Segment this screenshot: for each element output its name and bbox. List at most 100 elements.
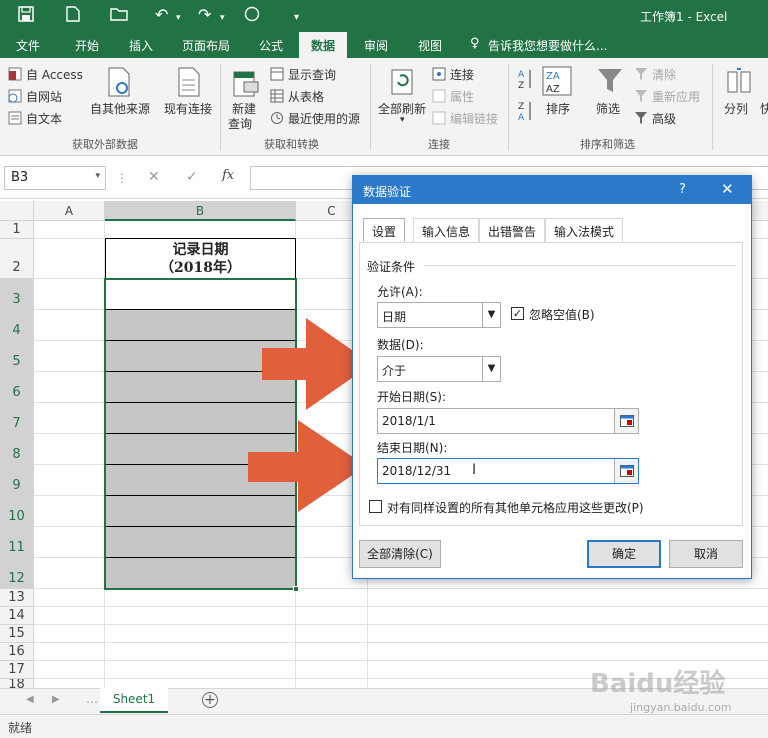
tell-me-search[interactable]: 告诉我您想要做什么... — [488, 37, 607, 54]
confirm-entry-icon[interactable]: ✓ — [186, 169, 198, 185]
connections-button[interactable]: 连接 — [450, 66, 474, 83]
customize-qat-icon[interactable]: ▾ — [294, 9, 299, 27]
clear-all-button[interactable]: 全部清除(C) — [359, 540, 441, 568]
sort-az-icon[interactable]: AZ — [518, 68, 534, 93]
tab-input-message[interactable]: 输入信息 — [413, 218, 480, 242]
allow-label: 允许(A): — [377, 285, 423, 299]
filter-button[interactable]: 筛选 — [596, 100, 620, 117]
collapse-dialog-icon[interactable] — [614, 459, 638, 483]
chevron-down-icon[interactable]: ▼ — [482, 303, 500, 327]
cell-b2[interactable]: 记录日期 （2018年） — [105, 238, 296, 279]
apply-all-checkbox[interactable] — [369, 500, 382, 513]
name-box[interactable]: B3 ▾ — [4, 166, 106, 190]
reapply-button[interactable]: 重新应用 — [652, 88, 700, 105]
edit-links-button[interactable]: 编辑链接 — [450, 110, 498, 127]
name-box-dropdown-icon[interactable]: ▾ — [95, 171, 100, 181]
watermark-brand: Baidu经验 — [590, 669, 726, 699]
sort-button[interactable]: 排序 — [546, 100, 570, 117]
tab-file[interactable]: 文件 — [16, 37, 40, 54]
tab-page-layout[interactable]: 页面布局 — [182, 37, 230, 54]
recent-sources-button[interactable]: 最近使用的源 — [288, 110, 360, 127]
from-access-button[interactable]: 自 Access — [26, 66, 83, 83]
criteria-label: 验证条件 — [367, 260, 416, 274]
row-header-10[interactable]: 10 — [0, 496, 34, 527]
row-header-11[interactable]: 11 — [0, 527, 34, 558]
add-sheet-icon[interactable]: + — [202, 692, 218, 708]
prev-sheet-icon[interactable]: ◀ — [26, 694, 34, 705]
row-header-8[interactable]: 8 — [0, 434, 34, 465]
new-file-icon[interactable] — [66, 6, 80, 26]
collapse-dialog-icon[interactable] — [614, 409, 638, 433]
more-sheets-icon[interactable]: ⋯ — [86, 695, 98, 709]
row-header-9[interactable]: 9 — [0, 465, 34, 496]
existing-connections-button[interactable]: 现有连接 — [164, 100, 212, 117]
save-icon[interactable] — [18, 6, 34, 26]
tab-insert[interactable]: 插入 — [129, 37, 153, 54]
row-header-7[interactable]: 7 — [0, 403, 34, 434]
cancel-button[interactable]: 取消 — [669, 540, 743, 568]
row-header-18[interactable]: 18 — [0, 679, 34, 688]
open-folder-icon[interactable] — [110, 6, 128, 26]
row-header-6[interactable]: 6 — [0, 372, 34, 403]
row-header-2[interactable]: 2 — [0, 239, 34, 279]
end-date-input[interactable]: 2018/12/31 I — [377, 458, 639, 484]
edit-links-icon — [432, 111, 446, 128]
row-header-15[interactable]: 15 — [0, 625, 34, 643]
column-header-a[interactable]: A — [34, 201, 105, 221]
redo-dropdown-icon[interactable]: ▾ — [220, 9, 225, 27]
tab-review[interactable]: 审阅 — [364, 37, 388, 54]
quick-fill-button[interactable]: 快 — [760, 100, 768, 117]
row-header-5[interactable]: 5 — [0, 341, 34, 372]
properties-button[interactable]: 属性 — [450, 88, 474, 105]
clear-button[interactable]: 清除 — [652, 66, 676, 83]
row-header-4[interactable]: 4 — [0, 310, 34, 341]
gridline — [34, 642, 768, 643]
cancel-entry-icon[interactable]: ✕ — [148, 169, 160, 185]
group-label-sort-filter: 排序和筛选 — [580, 138, 635, 151]
ok-button[interactable]: 确定 — [587, 540, 661, 568]
chevron-down-icon[interactable]: ▼ — [482, 357, 500, 381]
select-all-corner[interactable] — [0, 201, 34, 221]
tab-view[interactable]: 视图 — [418, 37, 442, 54]
tab-home[interactable]: 开始 — [75, 37, 99, 54]
show-queries-icon — [270, 67, 284, 84]
close-icon[interactable]: ✕ — [721, 180, 734, 198]
other-sources-button[interactable]: 自其他来源 — [90, 100, 150, 117]
new-query-label-2[interactable]: 查询 — [228, 115, 252, 132]
undo-dropdown-icon[interactable]: ▾ — [176, 9, 181, 27]
from-text-button[interactable]: 自文本 — [26, 110, 62, 127]
advanced-button[interactable]: 高级 — [652, 110, 676, 127]
from-web-button[interactable]: 自网站 — [26, 88, 62, 105]
cell-b2-line1: 记录日期 — [172, 242, 229, 258]
start-date-input[interactable]: 2018/1/1 — [377, 408, 639, 434]
data-select[interactable]: 介于 ▼ — [377, 356, 501, 382]
undo-icon[interactable]: ↶ — [155, 6, 168, 24]
row-header-16[interactable]: 16 — [0, 643, 34, 661]
sheet-tab-sheet1[interactable]: Sheet1 — [100, 688, 168, 713]
column-header-b[interactable]: B — [105, 201, 296, 221]
tab-ime-mode[interactable]: 输入法模式 — [545, 218, 624, 242]
row-header-14[interactable]: 14 — [0, 607, 34, 625]
help-button[interactable]: ? — [679, 182, 686, 197]
row-header-1[interactable]: 1 — [0, 221, 34, 239]
allow-select[interactable]: 日期 ▼ — [377, 302, 501, 328]
tab-settings[interactable]: 设置 — [363, 218, 406, 242]
redo-icon[interactable]: ↷ — [198, 6, 211, 24]
from-table-button[interactable]: 从表格 — [288, 88, 324, 105]
sort-za-icon[interactable]: ZA — [518, 100, 534, 125]
fill-handle[interactable] — [293, 586, 299, 592]
row-header-12[interactable]: 12 — [0, 558, 34, 589]
row-header-3[interactable]: 3 — [0, 279, 34, 310]
tab-error-alert[interactable]: 出错警告 — [479, 218, 546, 242]
circle-icon[interactable] — [244, 6, 260, 26]
row-header-13[interactable]: 13 — [0, 589, 34, 607]
tab-formulas[interactable]: 公式 — [259, 37, 283, 54]
insert-function-icon[interactable]: fx — [222, 168, 234, 183]
next-sheet-icon[interactable]: ▶ — [52, 694, 60, 705]
refresh-dropdown-icon[interactable]: ▾ — [400, 115, 405, 125]
show-queries-button[interactable]: 显示查询 — [288, 66, 336, 83]
text-to-columns-button[interactable]: 分列 — [724, 100, 748, 117]
ignore-blank-checkbox[interactable]: ✓ — [511, 307, 524, 320]
row-header-17[interactable]: 17 — [0, 661, 34, 679]
tab-data[interactable]: 数据 — [299, 32, 348, 58]
